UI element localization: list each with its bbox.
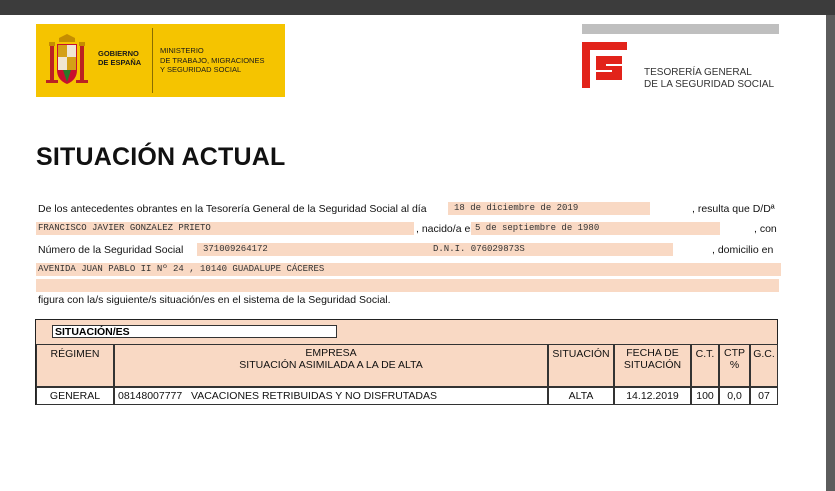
col-empresa: EMPRESA SITUACIÓN ASIMILADA A LA DE ALTA <box>114 344 548 387</box>
viewer-top-bar <box>0 0 835 15</box>
ministerio-line-3: Y SEGURIDAD SOCIAL <box>160 65 242 74</box>
intro-text: De los antecedentes obrantes en la Tesor… <box>38 203 427 215</box>
gobierno-line-1: GOBIERNO <box>98 49 139 58</box>
birth-date-field: 5 de septiembre de 1980 <box>471 222 720 235</box>
col-gc: G.C. <box>750 344 778 387</box>
name-field: FRANCISCO JAVIER GONZALEZ PRIETO <box>36 222 414 235</box>
ministerio-line-1: MINISTERIO <box>160 46 204 55</box>
col-situacion-label: SITUACIÓN <box>552 348 610 360</box>
col-ctp: CTP % <box>719 344 750 387</box>
tgss-text: TESORERÍA GENERAL DE LA SEGURIDAD SOCIAL <box>644 67 774 91</box>
row-gc: 07 <box>750 387 778 405</box>
row-ct: 100 <box>691 387 719 405</box>
closing-text: figura con la/s siguiente/s situación/es… <box>38 294 391 306</box>
tgss-header-bar <box>582 24 779 34</box>
tgss-line-1: TESORERÍA GENERAL <box>644 67 752 78</box>
resulta-text: , resulta que D/Dª <box>692 203 775 215</box>
col-ct: C.T. <box>691 344 719 387</box>
col-situacion: SITUACIÓN <box>548 344 614 387</box>
ministerio-text: MINISTERIO DE TRABAJO, MIGRACIONES Y SEG… <box>160 46 264 75</box>
issue-date-field: 18 de diciembre de 2019 <box>448 202 650 215</box>
col-fecha-label-2: SITUACIÓN <box>623 359 682 371</box>
tgss-logo-icon <box>582 42 627 88</box>
ministerio-line-2: DE TRABAJO, MIGRACIONES <box>160 55 265 65</box>
page-title: SITUACIÓN ACTUAL <box>36 143 286 171</box>
col-fecha: FECHA DE SITUACIÓN <box>614 344 691 387</box>
row-fecha: 14.12.2019 <box>614 387 691 405</box>
tgss-line-2: DE LA SEGURIDAD SOCIAL <box>644 79 775 90</box>
con-label: , con <box>754 223 777 235</box>
row-ctp: 0,0 <box>719 387 750 405</box>
row-situacion: ALTA <box>548 387 614 405</box>
coat-of-arms-icon <box>46 34 88 84</box>
situacion-label: SITUACIÓN/ES <box>52 325 337 338</box>
address-field-line-2 <box>36 279 779 292</box>
domicilio-label: , domicilio en <box>712 244 774 256</box>
col-ctp-label-1: CTP <box>724 347 745 359</box>
gobierno-text: GOBIERNO DE ESPAÑA <box>98 49 141 67</box>
gobierno-line-2: DE ESPAÑA <box>98 58 142 67</box>
nss-label: Número de la Seguridad Social <box>38 244 184 256</box>
gobierno-ministerio-logo: GOBIERNO DE ESPAÑA MINISTERIO DE TRABAJO… <box>36 24 285 97</box>
logo-divider <box>152 28 153 93</box>
col-regimen: RÉGIMEN <box>36 344 114 387</box>
col-gc-label: G.C. <box>753 348 775 360</box>
nacido-label: , nacido/a el <box>416 223 473 235</box>
nss-field: 371009264172 <box>197 243 433 256</box>
col-fecha-label-1: FECHA DE <box>626 347 679 359</box>
col-empresa-label-1: EMPRESA <box>305 347 357 359</box>
col-ctp-label-2: % <box>729 359 740 371</box>
col-empresa-label-2: SITUACIÓN ASIMILADA A LA DE ALTA <box>239 359 423 371</box>
col-ct-label: C.T. <box>695 348 715 360</box>
col-regimen-label: RÉGIMEN <box>50 348 100 360</box>
row-regimen: GENERAL <box>36 387 114 405</box>
dni-field: D.N.I. 076029873S <box>427 243 673 256</box>
row-empresa: 08148007777 VACACIONES RETRIBUIDAS Y NO … <box>114 387 548 405</box>
page-edge-shadow <box>826 15 835 491</box>
address-field: AVENIDA JUAN PABLO II Nº 24 , 10140 GUAD… <box>36 263 781 276</box>
